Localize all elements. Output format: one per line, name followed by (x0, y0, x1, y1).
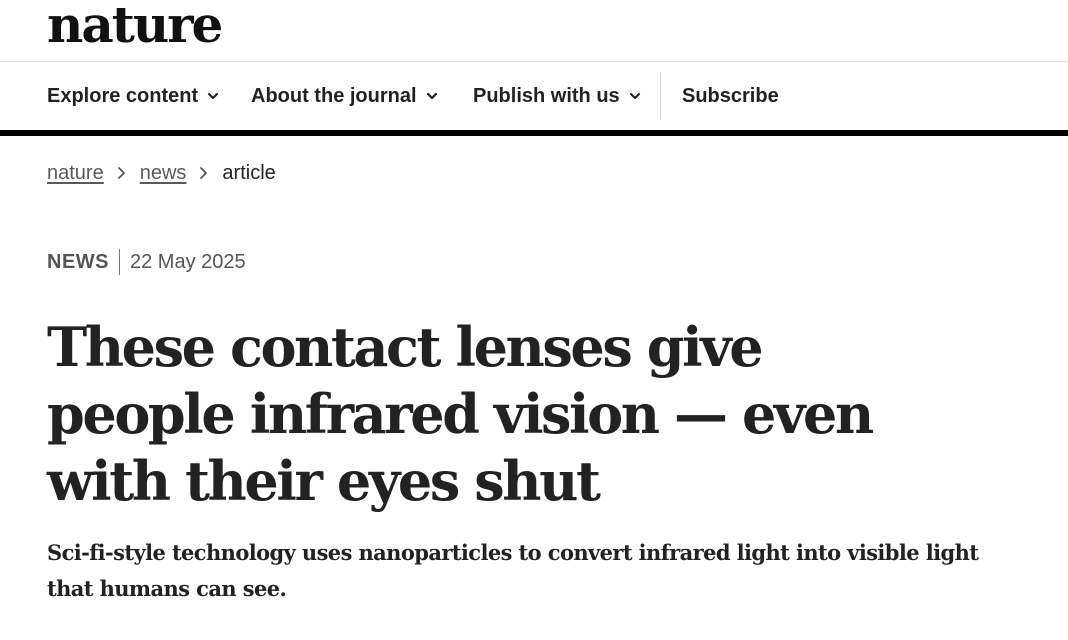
nav-explore-content[interactable]: Explore content (47, 62, 220, 130)
breadcrumb-news[interactable]: news (140, 162, 187, 185)
article-date: 22 May 2025 (130, 250, 246, 273)
nature-logo[interactable]: nature (47, 0, 223, 54)
chevron-down-icon (208, 92, 219, 100)
subscribe-label: Subscribe (682, 84, 779, 107)
article-title: These contact lenses give people infrare… (47, 315, 874, 513)
breadcrumb: nature news article (47, 158, 276, 188)
article-meta: NEWS 22 May 2025 (47, 247, 246, 277)
nav-about-the-journal[interactable]: About the journal (251, 62, 439, 130)
article-type-label: NEWS (47, 249, 120, 275)
chevron-right-icon (117, 167, 125, 179)
nav-divider (660, 72, 661, 120)
nav-about-the-journal-label: About the journal (251, 84, 417, 107)
nav-publish-with-us[interactable]: Publish with us (473, 62, 642, 130)
breadcrumb-nature[interactable]: nature (47, 162, 104, 185)
nav-publish-with-us-label: Publish with us (473, 84, 620, 107)
nav-explore-content-label: Explore content (47, 84, 199, 107)
article-standfirst: Sci-fi-style technology uses nanoparticl… (47, 540, 979, 601)
chevron-down-icon (629, 92, 640, 100)
breadcrumb-current: article (222, 161, 276, 184)
masthead: nature (0, 0, 1068, 62)
chevron-down-icon (426, 92, 437, 100)
main-navigation: Explore content About the journal Publis… (0, 62, 1068, 136)
chevron-right-icon (200, 167, 208, 179)
subscribe-link[interactable]: Subscribe (682, 62, 779, 130)
